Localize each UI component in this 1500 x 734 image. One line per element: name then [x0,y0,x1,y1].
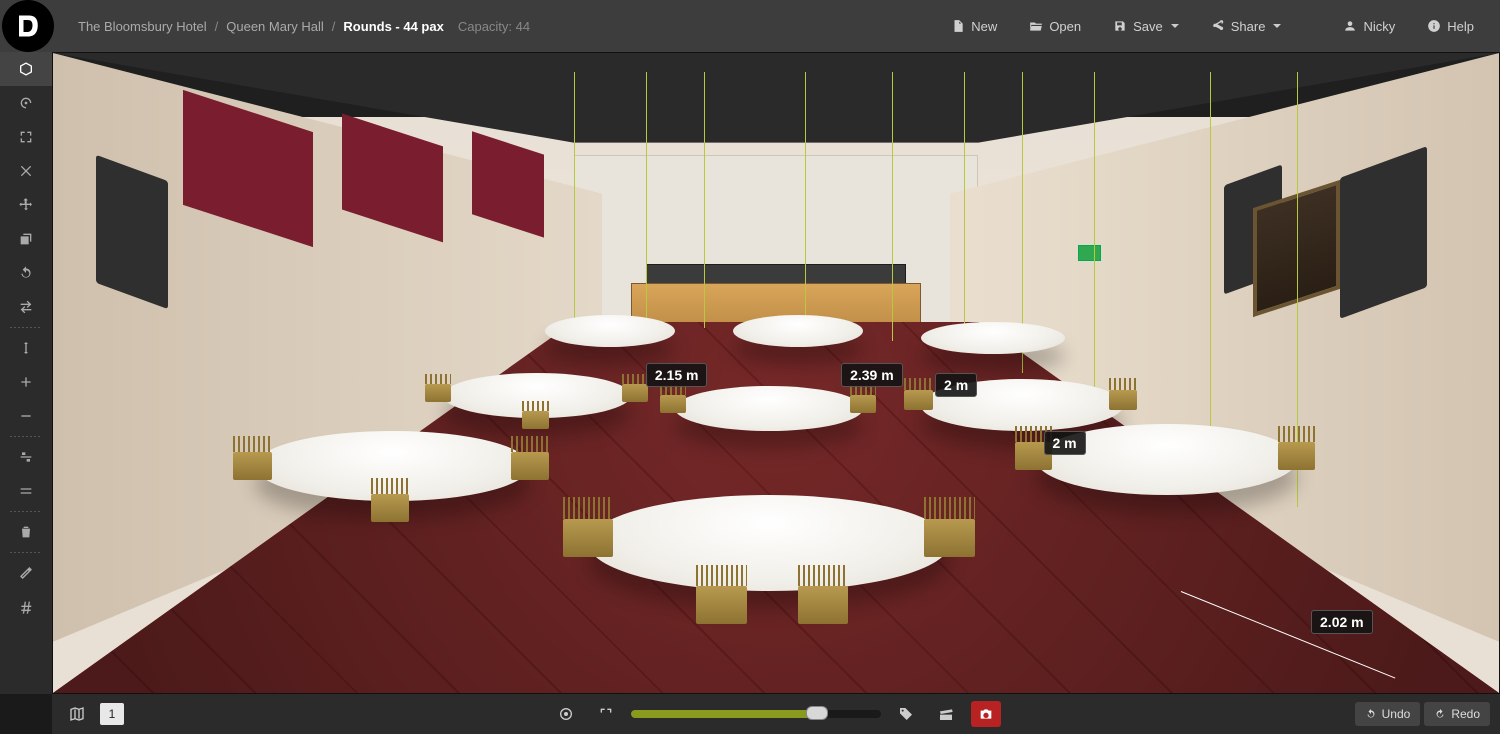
tool-height[interactable] [0,331,52,365]
tool-align[interactable] [0,440,52,474]
save-button[interactable]: Save [1097,0,1195,52]
tag-button[interactable] [891,701,921,727]
guide-line [892,72,893,341]
share-button[interactable]: Share [1195,0,1298,52]
camera-button[interactable] [971,701,1001,727]
distance-label: 2.39 m [841,363,903,387]
slider-fill [631,710,811,718]
guide-line [574,72,575,328]
round-table[interactable] [921,322,1066,354]
expand-icon [598,706,614,722]
new-button[interactable]: New [935,0,1013,52]
target-icon [558,706,574,722]
tool-orbit[interactable] [0,86,52,120]
redo-button[interactable]: Redo [1424,702,1490,726]
info-icon [1427,19,1441,33]
round-table[interactable] [588,495,950,591]
fit-button[interactable] [591,701,621,727]
tool-delete[interactable] [0,515,52,549]
guide-line [646,72,647,328]
breadcrumb-hotel[interactable]: The Bloomsbury Hotel [78,19,207,34]
chevron-down-icon [1171,24,1179,28]
round-table[interactable] [255,431,530,501]
distance-label: 2.02 m [1311,610,1373,634]
exit-sign-icon [1078,245,1101,261]
breadcrumb-sep: / [332,19,336,34]
open-button[interactable]: Open [1013,0,1097,52]
tool-add[interactable] [0,365,52,399]
file-icon [951,19,965,33]
breadcrumb-layout[interactable]: Rounds - 44 pax [343,19,443,34]
viewport-3d[interactable]: 2.15 m 2.39 m 2 m 2 m 2.02 m [52,52,1500,694]
distance-label: 2.15 m [646,363,708,387]
round-table[interactable] [733,315,863,347]
tool-measure[interactable] [0,556,52,590]
map-toggle-button[interactable] [62,701,92,727]
folder-open-icon [1029,19,1043,33]
slider-thumb[interactable] [806,706,828,720]
user-menu[interactable]: Nicky [1327,0,1411,52]
redo-icon [1434,708,1446,720]
tool-undo-rotate[interactable] [0,256,52,290]
breadcrumb: The Bloomsbury Hotel / Queen Mary Hall /… [78,19,444,34]
left-toolbar [0,52,52,694]
toolbar-divider [10,552,42,553]
round-table[interactable] [545,315,675,347]
toolbar-divider [10,511,42,512]
tool-layers[interactable] [0,474,52,508]
undo-button[interactable]: Undo [1355,702,1421,726]
round-table[interactable] [443,373,631,418]
save-icon [1113,19,1127,33]
toolbar-divider [10,327,42,328]
breadcrumb-sep: / [215,19,219,34]
chevron-down-icon [1273,24,1281,28]
tag-icon [898,706,914,722]
round-table[interactable] [675,386,863,431]
tool-frame[interactable] [0,120,52,154]
tool-view-3d[interactable] [0,52,52,86]
zoom-slider[interactable] [631,710,881,718]
tool-move[interactable] [0,188,52,222]
guide-line [964,72,965,334]
distance-label: 2 m [935,373,977,397]
guide-line [704,72,705,328]
share-icon [1211,19,1225,33]
tool-number[interactable] [0,590,52,624]
page-number[interactable]: 1 [100,703,124,725]
toolbar-divider [10,436,42,437]
bottom-toolbar: 1 Undo Redo [52,694,1500,734]
breadcrumb-room[interactable]: Queen Mary Hall [226,19,324,34]
guide-line [1210,72,1211,469]
acoustic-panel [96,155,168,309]
clapperboard-icon [938,706,954,722]
help-button[interactable]: Help [1411,0,1490,52]
guide-line [805,72,806,341]
distance-label: 2 m [1044,431,1086,455]
camera-icon [978,706,994,722]
undo-icon [1365,708,1377,720]
user-icon [1343,19,1357,33]
guide-line [1094,72,1095,411]
capacity-indicator: Capacity: 44 [458,19,530,34]
tool-copy[interactable] [0,222,52,256]
tool-remove[interactable] [0,399,52,433]
tool-close[interactable] [0,154,52,188]
tool-swap[interactable] [0,290,52,324]
app-logo[interactable] [2,0,54,52]
map-icon [69,706,85,722]
clapper-button[interactable] [931,701,961,727]
target-button[interactable] [551,701,581,727]
